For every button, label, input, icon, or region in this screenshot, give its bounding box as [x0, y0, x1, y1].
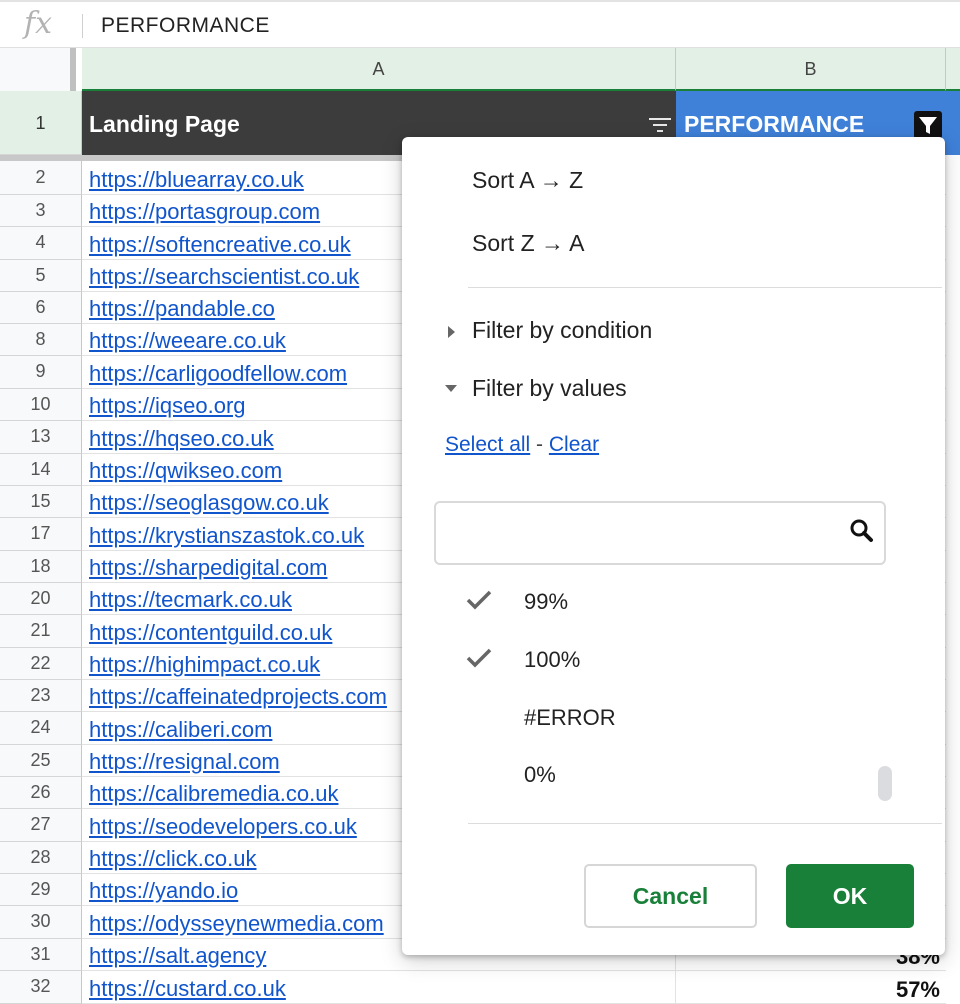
fx-icon: fx — [24, 6, 53, 41]
row-number[interactable]: 2 — [0, 161, 82, 195]
row-number[interactable]: 18 — [0, 551, 82, 583]
select-all-link[interactable]: Select all — [445, 433, 530, 456]
filter-dropdown: Sort A → Z Sort Z → A Filter by conditio… — [402, 137, 945, 955]
formula-bar: fx PERFORMANCE — [0, 0, 960, 48]
row-number[interactable]: 28 — [0, 842, 82, 874]
filter-icon[interactable] — [648, 117, 672, 133]
collapse-down-icon[interactable] — [445, 385, 457, 392]
row-number[interactable]: 23 — [0, 680, 82, 712]
landing-page-link[interactable]: https://pandable.co — [89, 296, 275, 322]
performance-value: 57% — [895, 977, 940, 1002]
filter-value-item[interactable]: 100% — [462, 639, 882, 683]
landing-page-link[interactable]: https://custard.co.uk — [89, 976, 286, 1002]
value-search-box[interactable] — [434, 501, 886, 565]
landing-page-link[interactable]: https://resignal.com — [89, 749, 280, 775]
row-number[interactable]: 26 — [0, 777, 82, 809]
filter-value-label: 99% — [524, 589, 569, 614]
landing-page-link[interactable]: https://caffeinatedprojects.com — [89, 684, 387, 710]
landing-page-link[interactable]: https://portasgroup.com — [89, 199, 320, 225]
landing-page-link[interactable]: https://click.co.uk — [89, 846, 257, 872]
sort-a-z-item[interactable]: Sort A → Z — [472, 167, 583, 194]
row-number[interactable]: 20 — [0, 583, 82, 615]
row-number[interactable]: 27 — [0, 809, 82, 842]
landing-page-link[interactable]: https://softencreative.co.uk — [89, 232, 351, 258]
landing-page-link[interactable]: https://seodevelopers.co.uk — [89, 814, 357, 840]
landing-page-link[interactable]: https://weeare.co.uk — [89, 328, 286, 354]
link-separator: - — [530, 433, 549, 456]
header-cell-c[interactable] — [946, 91, 960, 155]
row-number[interactable]: 10 — [0, 389, 82, 421]
menu-divider — [468, 823, 942, 824]
header-label: Landing Page — [89, 111, 240, 137]
row-number[interactable]: 6 — [0, 292, 82, 324]
row-number[interactable]: 13 — [0, 421, 82, 454]
landing-page-link[interactable]: https://contentguild.co.uk — [89, 620, 332, 646]
select-all-corner[interactable] — [0, 48, 76, 91]
checkmark-icon — [466, 590, 492, 610]
row-number[interactable]: 4 — [0, 227, 82, 260]
row-number[interactable]: 3 — [0, 195, 82, 227]
menu-divider — [468, 287, 942, 288]
formula-input[interactable]: PERFORMANCE — [101, 14, 270, 38]
landing-page-link[interactable]: https://odysseynewmedia.com — [89, 911, 384, 937]
row-number[interactable]: 25 — [0, 745, 82, 777]
row-number[interactable]: 9 — [0, 356, 82, 389]
landing-page-link[interactable]: https://tecmark.co.uk — [89, 587, 292, 613]
landing-page-link[interactable]: https://hqseo.co.uk — [89, 426, 274, 452]
ok-button[interactable]: OK — [786, 864, 914, 928]
landing-page-link[interactable]: https://seoglasgow.co.uk — [89, 490, 329, 516]
row-number[interactable]: 15 — [0, 486, 82, 518]
landing-page-link[interactable]: https://bluearray.co.uk — [89, 167, 304, 193]
row-number[interactable]: 31 — [0, 939, 82, 971]
filter-value-item[interactable]: 99% — [462, 581, 882, 625]
header-label: PERFORMANCE — [684, 111, 865, 137]
table-row-performance-cell[interactable]: 57% — [676, 971, 946, 1004]
landing-page-link[interactable]: https://salt.agency — [89, 943, 266, 969]
search-icon[interactable] — [848, 517, 876, 545]
landing-page-link[interactable]: https://yando.io — [89, 878, 238, 904]
landing-page-link[interactable]: https://qwikseo.com — [89, 458, 282, 484]
clear-link[interactable]: Clear — [549, 433, 599, 456]
landing-page-link[interactable]: https://highimpact.co.uk — [89, 652, 320, 678]
landing-page-link[interactable]: https://sharpedigital.com — [89, 555, 327, 581]
filter-value-item[interactable]: #ERROR — [462, 697, 882, 741]
row-number[interactable]: 30 — [0, 906, 82, 939]
column-header-b[interactable]: B — [676, 48, 946, 91]
filter-value-label: 100% — [524, 647, 581, 672]
value-search-input[interactable] — [446, 513, 840, 555]
formula-bar-divider — [82, 14, 83, 38]
filter-by-values-item[interactable]: Filter by values — [472, 375, 627, 402]
row-number[interactable]: 17 — [0, 518, 82, 551]
cancel-button[interactable]: Cancel — [584, 864, 757, 928]
row-number[interactable]: 8 — [0, 324, 82, 356]
sort-z-a-item[interactable]: Sort Z → A — [472, 230, 584, 257]
filter-value-label: #ERROR — [524, 705, 616, 730]
selection-links: Select all - Clear — [445, 433, 599, 457]
row-number[interactable]: 14 — [0, 454, 82, 486]
row-number[interactable]: 21 — [0, 615, 82, 648]
column-header-row: A B — [0, 48, 960, 91]
expand-right-icon[interactable] — [448, 326, 455, 338]
landing-page-link[interactable]: https://searchscientist.co.uk — [89, 264, 359, 290]
landing-page-link[interactable]: https://krystianszastok.co.uk — [89, 523, 364, 549]
filter-value-item[interactable]: 0% — [462, 754, 882, 798]
filter-by-condition-item[interactable]: Filter by condition — [472, 317, 652, 344]
row-number[interactable]: 22 — [0, 648, 82, 680]
row-number[interactable]: 32 — [0, 971, 82, 1004]
row-number[interactable]: 24 — [0, 712, 82, 745]
active-filter-icon[interactable] — [914, 111, 942, 139]
checkmark-icon — [466, 648, 492, 668]
landing-page-link[interactable]: https://iqseo.org — [89, 393, 246, 419]
row-number-1[interactable]: 1 — [0, 91, 82, 155]
filter-value-label: 0% — [524, 762, 556, 787]
row-number[interactable]: 5 — [0, 260, 82, 292]
landing-page-link[interactable]: https://calibremedia.co.uk — [89, 781, 338, 807]
table-row-url-cell[interactable]: https://custard.co.uk — [82, 971, 676, 1004]
column-header-a[interactable]: A — [82, 48, 676, 91]
landing-page-link[interactable]: https://carligoodfellow.com — [89, 361, 347, 387]
landing-page-link[interactable]: https://caliberi.com — [89, 717, 272, 743]
value-list-scrollbar[interactable] — [878, 766, 892, 801]
column-header-c[interactable] — [946, 48, 960, 91]
row-number[interactable]: 29 — [0, 874, 82, 906]
